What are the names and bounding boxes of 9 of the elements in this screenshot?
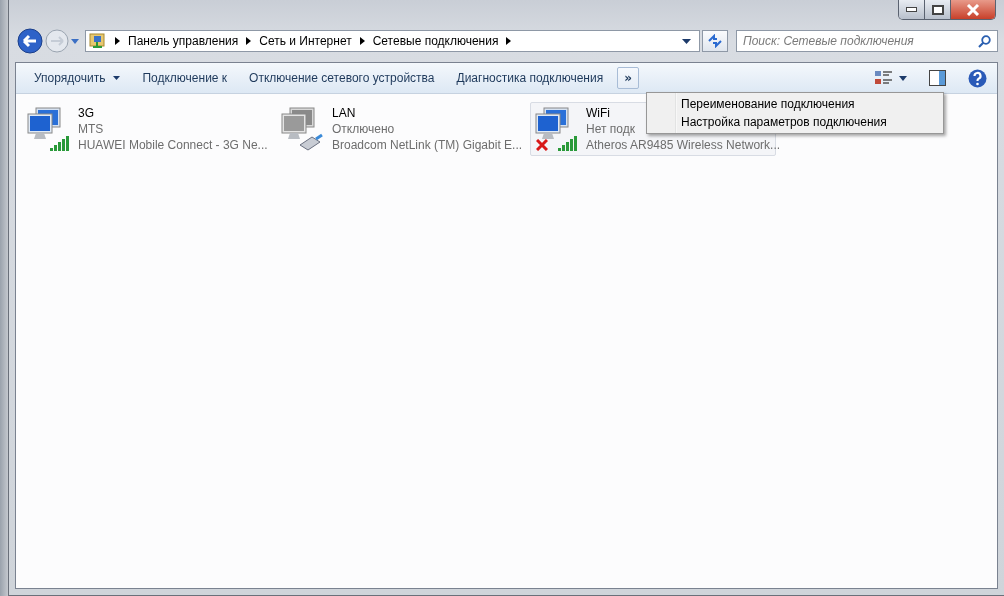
connection-status: Отключено bbox=[332, 121, 395, 137]
connection-status: Нет подк bbox=[586, 121, 635, 137]
connection-name: WiFi bbox=[586, 105, 610, 121]
connection-status: MTS bbox=[78, 121, 104, 137]
adapter-name: Broadcom NetLink (TM) Gigabit E... bbox=[332, 137, 523, 153]
connection-name: 3G bbox=[78, 105, 94, 121]
connection-name: LAN bbox=[332, 105, 356, 121]
adapter-name: HUAWEI Mobile Connect - 3G Ne... bbox=[78, 137, 268, 153]
adapter-name: Atheros AR9485 Wireless Network... bbox=[586, 137, 781, 153]
